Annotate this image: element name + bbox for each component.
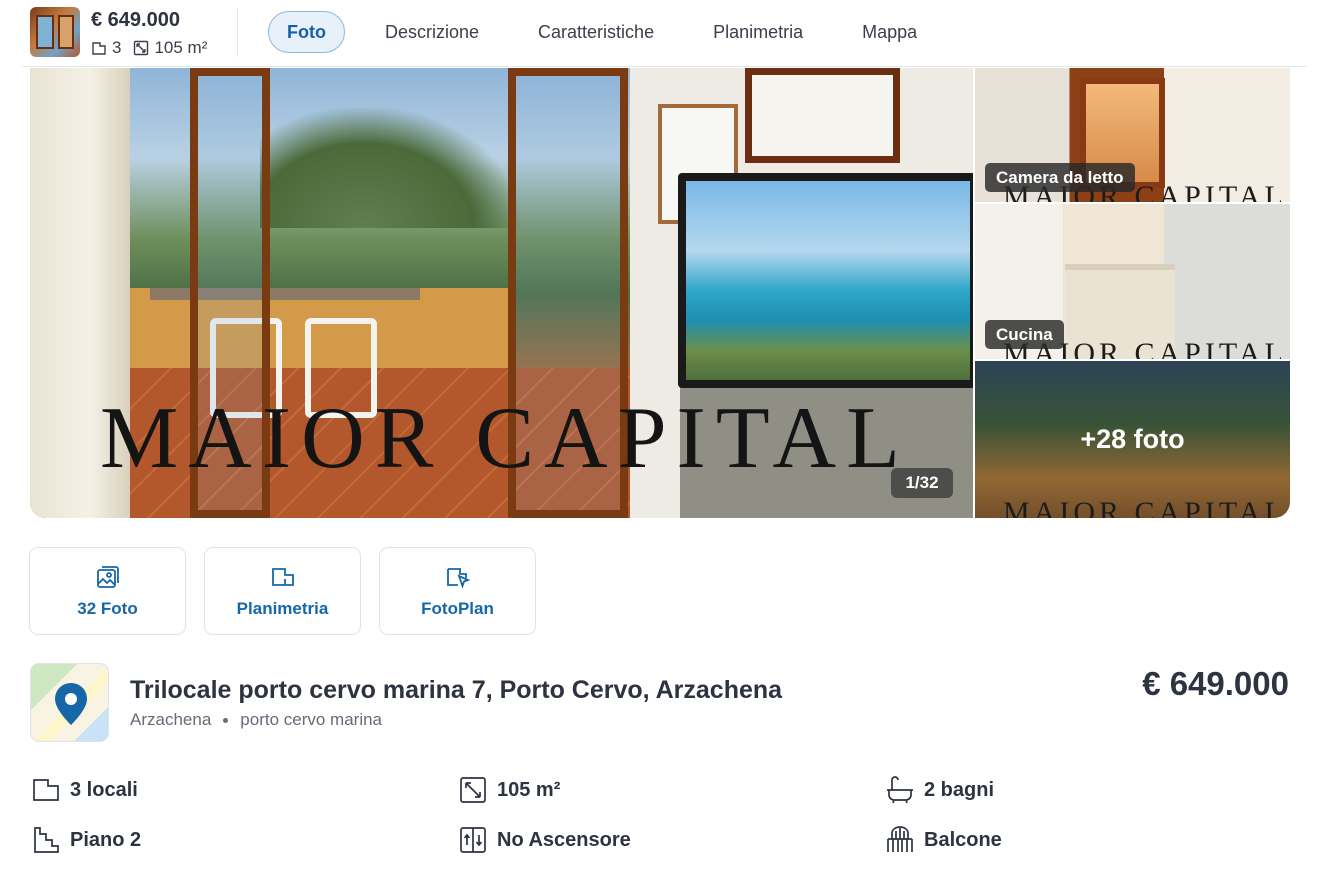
header-price: € 649.000 (91, 9, 180, 31)
location-zone: porto cervo marina (240, 710, 383, 729)
header-meta: 3 105 m² (91, 38, 207, 58)
side-photo-label: Camera da letto (985, 163, 1135, 192)
tab-caratteristiche[interactable]: Caratteristiche (519, 11, 673, 53)
listing-price: € 649.000 (1142, 665, 1289, 702)
feature-label: 3 locali (70, 778, 138, 801)
photo-frame (745, 68, 900, 163)
photo-counter: 1/32 (891, 468, 953, 498)
feature-label: 2 bagni (924, 778, 995, 801)
main-photo[interactable]: MAIOR CAPITAL 1/32 (30, 68, 973, 518)
feature-elevator: No Ascensore (458, 825, 631, 855)
listing-thumbnail[interactable] (30, 7, 80, 57)
photos-icon (96, 566, 119, 588)
section-tabs: Foto Descrizione Caratteristiche Planime… (268, 11, 957, 53)
floorplan-button[interactable]: Planimetria (204, 547, 361, 635)
photo-gallery: MAIOR CAPITAL 1/32 MAIOR CAPITAL Camera … (30, 68, 1290, 518)
tab-foto[interactable]: Foto (268, 11, 345, 53)
location-city: Arzachena (130, 710, 212, 729)
sticky-header: € 649.000 3 105 m² Foto Descrizione Cara… (22, 0, 1307, 67)
listing-title: Trilocale porto cervo marina 7, Porto Ce… (130, 676, 783, 704)
photos-button-label: 32 Foto (77, 599, 138, 618)
side-photo-kitchen[interactable]: MAIOR CAPITAL Cucina (975, 204, 1290, 359)
thumbnail-window-left (36, 15, 54, 49)
rooms-icon (33, 779, 59, 801)
header-divider (237, 9, 238, 57)
surface-icon (460, 777, 486, 803)
bathtub-icon (887, 776, 913, 804)
feature-bathrooms: 2 bagni (885, 775, 994, 805)
photo-mountain (260, 108, 520, 228)
tab-descrizione[interactable]: Descrizione (366, 11, 498, 53)
side-photo-label: Cucina (985, 320, 1064, 349)
map-thumbnail[interactable] (30, 663, 109, 742)
location-separator (223, 717, 229, 723)
photo-tv (678, 173, 973, 388)
tab-mappa[interactable]: Mappa (843, 11, 936, 53)
media-actions: 32 Foto Planimetria FotoPlan (29, 547, 554, 635)
feature-floor: Piano 2 (31, 825, 141, 855)
stairs-icon (34, 827, 59, 853)
feature-label: 105 m² (497, 778, 561, 801)
side-photo-more[interactable]: MAIOR CAPITAL +28 foto (975, 361, 1290, 518)
side-photo-bedroom[interactable]: MAIOR CAPITAL Camera da letto (975, 68, 1290, 202)
floorplan-button-label: Planimetria (236, 599, 329, 618)
listing-location: Arzachena porto cervo marina (130, 710, 382, 730)
fotoplan-button[interactable]: FotoPlan (379, 547, 536, 635)
surface-icon (134, 40, 149, 56)
feature-label: Piano 2 (70, 828, 142, 851)
map-pin-icon (55, 683, 87, 725)
more-photos-label: +28 foto (1080, 424, 1185, 454)
photos-button[interactable]: 32 Foto (29, 547, 186, 635)
feature-label: Balcone (924, 828, 1002, 851)
feature-surface: 105 m² (458, 775, 560, 805)
tab-planimetria[interactable]: Planimetria (694, 11, 822, 53)
feature-balcony: Balcone (885, 825, 1002, 855)
fotoplan-button-label: FotoPlan (421, 599, 494, 618)
photo-watermark: MAIOR CAPITAL (100, 390, 910, 487)
floorplan-icon (271, 568, 294, 586)
header-surface: 105 m² (154, 38, 208, 57)
rooms-icon (92, 42, 106, 55)
feature-label: No Ascensore (497, 828, 631, 851)
feature-rooms: 3 locali (31, 775, 138, 805)
elevator-icon (460, 827, 486, 853)
balcony-icon (887, 826, 913, 852)
header-rooms: 3 (112, 38, 122, 57)
thumbnail-window-right (58, 15, 74, 49)
fotoplan-icon (446, 568, 470, 589)
